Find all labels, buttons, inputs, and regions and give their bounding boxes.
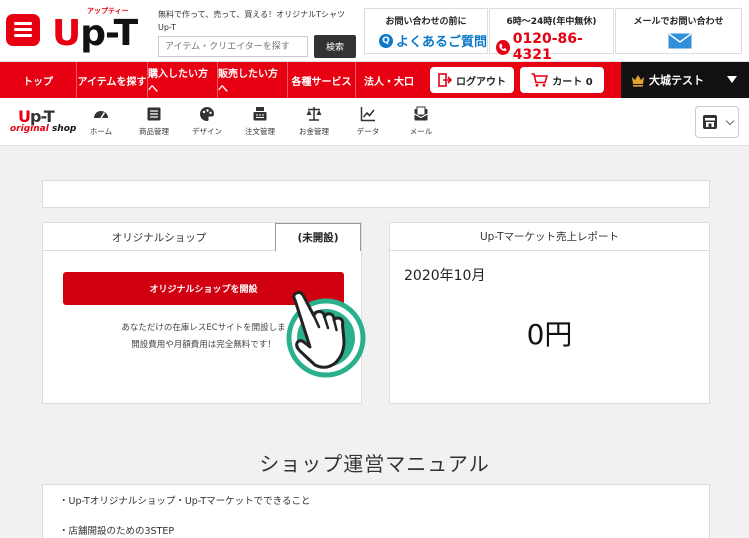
list-icon [147,107,161,121]
tel-box[interactable]: 6時～24時(年中無休) 0120-86-4321 [489,8,614,63]
mail-box[interactable]: メールでお問い合わせ [615,8,742,54]
palette-icon [200,107,214,121]
faq-title: お問い合わせの前に [385,17,467,27]
report-month: 2020年10月 [404,268,486,284]
store-icon [703,115,717,129]
manual-link-features[interactable]: ・Up-Tオリジナルショップ・Up-Tマーケットでできること [59,493,311,507]
pointing-hand-icon [286,290,366,378]
cart-button[interactable]: カート 0 [520,67,604,93]
shop-status-badge: (未開設) [275,223,361,251]
market-sales-report-panel: Up-Tマーケット売上レポート 2020年10月 0円 [389,222,710,404]
chevron-down-icon [725,116,735,126]
subnav-item-products[interactable]: 商品管理 [128,106,180,140]
search-input[interactable] [158,36,308,57]
report-amount: 0円 [526,318,573,351]
shop-logo-label: original shop [10,124,77,134]
tel-link[interactable]: 0120-86-4321 [496,31,613,63]
logo-text: Up-T [52,13,138,54]
caret-down-icon [727,76,737,83]
faq-icon: Q [379,33,393,48]
phone-icon [496,39,510,55]
logout-icon [438,73,452,87]
tagline: 無料で作って、売って、買える！オリジナルTシャツUp-T [158,10,346,32]
mail-title: メールでお問い合わせ [633,17,724,27]
tel-hours: 6時～24時(年中無休) [506,17,597,27]
shop-select-dropdown[interactable] [695,106,739,138]
nav-item-search-items[interactable]: アイテムを探す [77,62,148,98]
faq-link[interactable]: Q よくあるご質問 [379,31,487,50]
notice-bar [42,180,710,208]
subnav-item-data[interactable]: データ [342,106,394,140]
subnav-item-mail[interactable]: メール [395,106,447,140]
faq-link-label: よくあるご質問 [396,35,488,50]
logout-button[interactable]: ログアウト [430,67,514,93]
user-menu[interactable]: 大城テスト [621,62,749,98]
dashboard-icon [94,111,108,119]
nav-item-buyers[interactable]: 購入したい方へ [148,62,218,98]
shop-tabs: オリジナルショップ (未開設) [43,223,361,251]
chart-icon [360,107,375,122]
register-icon [253,107,267,121]
logout-label: ログアウト [456,76,506,88]
subnav-item-money[interactable]: お金管理 [288,106,340,140]
manual-panel: ・Up-Tオリジナルショップ・Up-Tマーケットでできること ・店舗開設のための… [42,484,710,538]
original-shop-logo[interactable]: Up-T original shop [10,107,76,137]
scale-icon [306,107,322,121]
nav-item-sellers[interactable]: 販売したい方へ [218,62,288,98]
site-header: アップティー Up-T 無料で作って、売って、買える！オリジナルTシャツUp-T… [0,0,749,63]
main-nav: トップ アイテムを探す 購入したい方へ 販売したい方へ 各種サービス 法人・大口… [0,62,749,98]
cart-icon [531,73,549,87]
menu-icon[interactable] [6,14,40,46]
manual-title: ショップ運営マニュアル [259,452,490,476]
nav-item-top[interactable]: トップ [0,62,77,98]
nav-item-corporate[interactable]: 法人・大口 [356,62,422,98]
subnav-item-home[interactable]: ホーム [75,106,127,140]
subnav-item-orders[interactable]: 注文管理 [234,106,286,140]
nav-item-services[interactable]: 各種サービス [288,62,356,98]
mail-icon [668,33,692,49]
faq-box[interactable]: お問い合わせの前に Q よくあるご質問 [364,8,488,54]
subnav-item-design[interactable]: デザイン [181,106,233,140]
shop-subnav: Up-T original shop ホーム 商品管理 デザイン 注文管理 お金… [0,98,749,146]
site-logo[interactable]: アップティー Up-T [52,6,144,56]
crown-icon [632,75,644,87]
report-title: Up-Tマーケット売上レポート [390,223,709,251]
user-name: 大城テスト [649,74,704,87]
search-button[interactable]: 検索 [314,35,356,58]
manual-link-3step[interactable]: ・店舗開設のための3STEP [59,523,174,537]
tab-original-shop[interactable]: オリジナルショップ [43,223,275,251]
cart-label: カート 0 [552,76,593,88]
tel-number: 0120-86-4321 [512,31,583,63]
mail-open-icon [414,106,428,121]
